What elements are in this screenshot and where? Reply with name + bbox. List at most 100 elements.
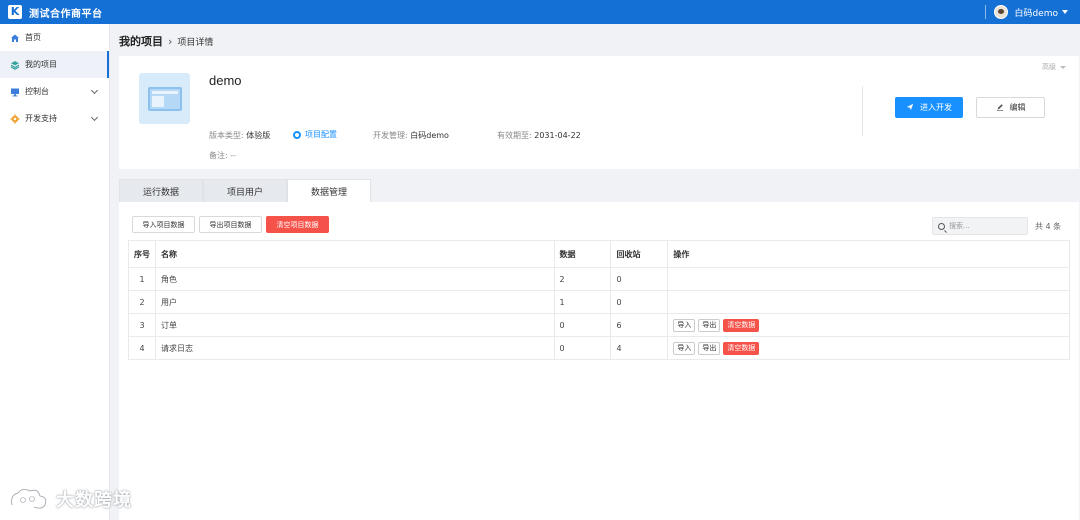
version-type-value: 体验版 bbox=[246, 131, 271, 140]
cell-data: 1 bbox=[553, 290, 612, 314]
sidebar-item-my-projects[interactable]: 我的项目 bbox=[0, 51, 109, 78]
cell-actions: 导入 导出 清空数据 bbox=[667, 336, 1070, 360]
breadcrumb: 我的项目 › 项目详情 bbox=[119, 33, 213, 49]
sidebar-item-home[interactable]: 首页 bbox=[0, 24, 109, 51]
project-config-label: 项目配置 bbox=[305, 130, 337, 139]
remark-key: 备注: bbox=[209, 151, 228, 160]
edit-button[interactable]: 编辑 bbox=[976, 97, 1045, 118]
tab-runtime-data[interactable]: 运行数据 bbox=[119, 179, 203, 203]
col-header-data: 数据 bbox=[553, 240, 612, 268]
sidebar-item-console[interactable]: 控制台 bbox=[0, 78, 109, 105]
cell-actions: 导入 导出 清空数据 bbox=[667, 313, 1070, 337]
send-icon bbox=[906, 103, 914, 113]
export-project-data-button[interactable]: 导出项目数据 bbox=[199, 216, 262, 233]
sidebar-item-label: 我的项目 bbox=[25, 60, 57, 69]
sidebar-item-dev-support[interactable]: 开发支持 bbox=[0, 105, 109, 132]
data-table: 序号 名称 数据 回收站 操作 1 角色 2 0 2 用户 1 0 3 订单 0… bbox=[128, 240, 1070, 360]
cell-data: 0 bbox=[553, 313, 612, 337]
project-config-link[interactable]: 项目配置 bbox=[293, 129, 337, 140]
advanced-toggle[interactable]: 高级 bbox=[1042, 62, 1066, 72]
version-type-key: 版本类型: bbox=[209, 131, 244, 140]
user-menu[interactable]: 白码demo bbox=[985, 0, 1080, 24]
cell-trash: 0 bbox=[610, 267, 669, 291]
clear-project-data-button[interactable]: 清空项目数据 bbox=[266, 216, 329, 233]
project-name: demo bbox=[209, 73, 242, 88]
cell-name: 请求日志 bbox=[154, 336, 555, 360]
cell-name: 订单 bbox=[154, 313, 555, 337]
window-icon bbox=[147, 86, 182, 111]
advanced-label: 高级 bbox=[1042, 63, 1056, 71]
col-header-index: 序号 bbox=[128, 240, 156, 268]
row-import-button[interactable]: 导入 bbox=[673, 341, 696, 355]
sidebar-item-label: 首页 bbox=[25, 33, 41, 42]
expiry-date-value: 2031-04-22 bbox=[534, 131, 581, 140]
caret-down-icon bbox=[1060, 65, 1066, 69]
cell-name: 角色 bbox=[154, 267, 555, 291]
cell-actions bbox=[667, 290, 1070, 314]
expiry-date-key: 有效期至: bbox=[497, 131, 532, 140]
main-content: 我的项目 › 项目详情 demo 版本类型: 体验版 项目配置 开发管理: 白码… bbox=[110, 24, 1080, 520]
app-title: 测试合作商平台 bbox=[29, 8, 103, 20]
search-box[interactable] bbox=[932, 217, 1028, 235]
cell-trash: 0 bbox=[610, 290, 669, 314]
tab-data-management[interactable]: 数据管理 bbox=[287, 179, 371, 203]
cell-data: 2 bbox=[553, 267, 612, 291]
cell-index: 1 bbox=[128, 267, 156, 291]
pencil-icon bbox=[996, 103, 1004, 113]
import-project-data-button[interactable]: 导入项目数据 bbox=[132, 216, 195, 233]
watermark-text: 大数跨境 bbox=[56, 490, 132, 511]
dev-manager-key: 开发管理: bbox=[373, 131, 408, 140]
cell-index: 2 bbox=[128, 290, 156, 314]
project-thumbnail bbox=[139, 73, 190, 124]
row-export-button[interactable]: 导出 bbox=[698, 318, 721, 332]
breadcrumb-separator: › bbox=[168, 34, 173, 48]
home-icon bbox=[10, 33, 20, 43]
row-clear-button[interactable]: 清空数据 bbox=[723, 341, 760, 355]
row-clear-button[interactable]: 清空数据 bbox=[723, 318, 760, 332]
avatar[interactable] bbox=[994, 5, 1009, 19]
table-header-row: 序号 名称 数据 回收站 操作 bbox=[128, 240, 1070, 268]
row-import-button[interactable]: 导入 bbox=[673, 318, 696, 332]
cell-index: 4 bbox=[128, 336, 156, 360]
dev-manager-value: 白码demo bbox=[410, 131, 449, 140]
col-header-trash: 回收站 bbox=[610, 240, 669, 268]
app-logo-icon[interactable]: K bbox=[8, 5, 22, 19]
total-count: 共 4 条 bbox=[1035, 222, 1062, 231]
data-management-panel: 导入项目数据 导出项目数据 清空项目数据 共 4 条 序号 名称 数据 回收站 bbox=[119, 202, 1079, 520]
col-header-name: 名称 bbox=[154, 240, 555, 268]
enter-dev-label: 进入开发 bbox=[920, 103, 952, 112]
settings-circle-icon bbox=[293, 130, 301, 139]
monitor-icon bbox=[10, 87, 20, 97]
table-row: 4 请求日志 0 4 导入 导出 清空数据 bbox=[128, 336, 1070, 360]
enter-dev-button[interactable]: 进入开发 bbox=[895, 97, 963, 118]
divider bbox=[985, 5, 987, 19]
table-row: 3 订单 0 6 导入 导出 清空数据 bbox=[128, 313, 1070, 337]
tab-project-users[interactable]: 项目用户 bbox=[203, 179, 287, 203]
cell-actions bbox=[667, 267, 1070, 291]
chevron-down-icon[interactable] bbox=[90, 113, 99, 122]
cell-trash: 4 bbox=[610, 336, 669, 360]
gear-icon bbox=[10, 114, 20, 124]
watermark: 大数跨境 bbox=[8, 485, 132, 513]
sidebar-item-label: 开发支持 bbox=[25, 114, 57, 123]
search-input[interactable] bbox=[949, 222, 1024, 230]
dev-manager: 开发管理: 白码demo bbox=[373, 130, 449, 141]
row-export-button[interactable]: 导出 bbox=[698, 341, 721, 355]
edit-label: 编辑 bbox=[1009, 103, 1026, 112]
project-info-card: demo 版本类型: 体验版 项目配置 开发管理: 白码demo 有效期至: 2… bbox=[119, 56, 1079, 169]
chevron-down-icon[interactable] bbox=[90, 86, 99, 95]
col-header-actions: 操作 bbox=[667, 240, 1070, 268]
breadcrumb-current: 项目详情 bbox=[177, 37, 214, 48]
search-icon bbox=[938, 222, 945, 230]
breadcrumb-root[interactable]: 我的项目 bbox=[119, 33, 163, 49]
sidebar: 首页 我的项目 控制台 开发支持 bbox=[0, 24, 110, 520]
caret-down-icon[interactable] bbox=[1062, 10, 1068, 14]
cell-name: 用户 bbox=[154, 290, 555, 314]
username[interactable]: 白码demo bbox=[1014, 6, 1058, 19]
sidebar-item-label: 控制台 bbox=[25, 87, 49, 96]
layers-icon bbox=[10, 60, 20, 70]
remark: 备注: -- bbox=[209, 150, 236, 161]
top-bar: K 测试合作商平台 白码demo bbox=[0, 0, 1080, 24]
tab-bar: 运行数据 项目用户 数据管理 bbox=[119, 179, 371, 203]
version-type: 版本类型: 体验版 bbox=[209, 130, 270, 141]
